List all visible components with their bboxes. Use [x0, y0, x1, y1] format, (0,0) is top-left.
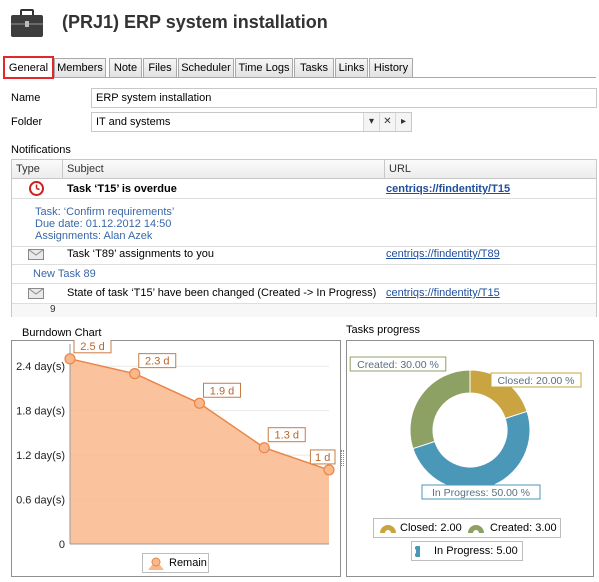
name-input[interactable]: ERP system installation	[91, 88, 597, 108]
splitter-handle[interactable]	[341, 450, 344, 466]
tab-strip: General Members Note Files Scheduler Tim…	[3, 56, 597, 79]
legend-remain-label: Remain	[169, 557, 207, 569]
page-title: (PRJ1) ERP system installation	[62, 12, 328, 32]
notification-url[interactable]: centriqs://findentity/T15	[386, 287, 500, 299]
tab-general[interactable]: General	[3, 56, 54, 79]
tab-files[interactable]: Files	[143, 58, 177, 78]
burndown-title: Burndown Chart	[22, 327, 102, 339]
overdue-clock-icon	[29, 181, 44, 196]
tab-divider	[3, 77, 596, 78]
slice-label: Closed: 20.00 %	[497, 375, 574, 387]
tasks-progress-donut: Closed: 20.00 % In Progress: 50.00 % Creat…	[349, 356, 582, 500]
detail-task: Task: ‘Confirm requirements’	[35, 206, 175, 218]
notifications-title: Notifications	[11, 144, 71, 156]
y-tick-label: 0.6 day(s)	[16, 495, 65, 507]
column-url[interactable]: URL	[385, 160, 596, 178]
table-row[interactable]: State of task ‘T15’ have been changed (C…	[12, 284, 596, 304]
envelope-icon	[28, 288, 44, 299]
window-header: (PRJ1) ERP system installation	[0, 0, 599, 50]
table-row[interactable]: Task ‘T89’ assignments to you centriqs:/…	[12, 245, 596, 265]
tab-members[interactable]: Members	[54, 58, 106, 78]
detail-new-task: New Task 89	[33, 268, 96, 280]
notification-subject: State of task ‘T15’ have been changed (C…	[67, 287, 377, 299]
tab-note[interactable]: Note	[109, 58, 142, 78]
notification-url[interactable]: centriqs://findentity/T15	[386, 183, 510, 195]
data-point	[129, 368, 141, 380]
legend-created-swatch	[468, 525, 484, 533]
legend-in-progress-swatch	[415, 546, 420, 557]
notifications-grid: Type Subject URL Task ‘T15’ is overdue c…	[11, 159, 597, 317]
data-label: 1.9 d	[210, 385, 234, 397]
data-label: 1.3 d	[275, 430, 299, 442]
grid-header: Type Subject URL	[12, 160, 596, 179]
legend-created-label: Created: 3.00	[490, 522, 557, 534]
row-count: 9	[50, 304, 56, 315]
y-tick-label: 0	[59, 539, 65, 551]
data-point	[193, 397, 206, 409]
slice-label: Created: 30.00 %	[357, 359, 439, 371]
chevron-right-icon[interactable]: ▸	[395, 113, 411, 131]
chevron-down-icon[interactable]: ▾	[363, 113, 379, 131]
legend-remain-swatch	[148, 557, 164, 570]
column-type[interactable]: Type	[12, 160, 63, 178]
legend-in-progress-label: In Progress: 5.00	[434, 545, 518, 557]
data-point	[323, 464, 335, 476]
legend-closed-label: Closed: 2.00	[400, 522, 462, 534]
folder-label: Folder	[11, 116, 43, 128]
notification-details: Task: ‘Confirm requirements’ Due date: 0…	[12, 200, 596, 247]
folder-combobox[interactable]: IT and systems ▾ ✕ ▸	[91, 112, 412, 132]
y-tick-label: 1.2 day(s)	[16, 450, 65, 462]
detail-due-date: Due date: 01.12.2012 14:50	[35, 218, 172, 230]
detail-assignments: Assignments: Alan Azek	[35, 230, 153, 242]
data-label: 1 d	[315, 452, 330, 464]
envelope-icon	[28, 249, 44, 260]
briefcase-icon	[11, 9, 43, 37]
notification-subject: Task ‘T15’ is overdue	[67, 183, 177, 195]
notification-url[interactable]: centriqs://findentity/T89	[386, 248, 500, 260]
name-label: Name	[11, 92, 41, 104]
folder-value: IT and systems	[96, 116, 171, 128]
progress-legend-row: Closed: 2.00 Created: 3.00	[373, 518, 561, 538]
tab-history[interactable]: History	[369, 58, 413, 78]
notification-details: New Task 89	[12, 265, 596, 284]
progress-title: Tasks progress	[346, 324, 420, 336]
clear-icon[interactable]: ✕	[379, 113, 395, 131]
tab-time-logs[interactable]: Time Logs	[235, 58, 293, 78]
burndown-chart: 0 0.6 day(s) 1.2 day(s) 1.8 day(s) 2.4 day(s…	[16, 340, 336, 551]
donut-slice	[409, 369, 471, 450]
y-tick-label: 2.4 day(s)	[16, 361, 65, 373]
y-tick-label: 1.8 day(s)	[16, 406, 65, 418]
table-row[interactable]: Task ‘T15’ is overdue centriqs://findent…	[12, 179, 596, 199]
tab-links[interactable]: Links	[335, 58, 368, 78]
legend-closed-swatch	[380, 525, 396, 533]
tab-scheduler[interactable]: Scheduler	[178, 58, 234, 78]
grid-footer: 9	[12, 304, 596, 317]
data-point	[64, 353, 76, 365]
column-subject[interactable]: Subject	[63, 160, 385, 178]
burndown-legend: Remain	[142, 553, 209, 573]
data-point	[258, 442, 270, 454]
tab-tasks[interactable]: Tasks	[294, 58, 334, 78]
data-label: 2.5 d	[80, 341, 104, 353]
notification-subject: Task ‘T89’ assignments to you	[67, 248, 214, 260]
slice-label: In Progress: 50.00 %	[432, 487, 530, 499]
data-label: 2.3 d	[145, 356, 169, 368]
progress-legend-row-2: In Progress: 5.00	[411, 541, 523, 561]
